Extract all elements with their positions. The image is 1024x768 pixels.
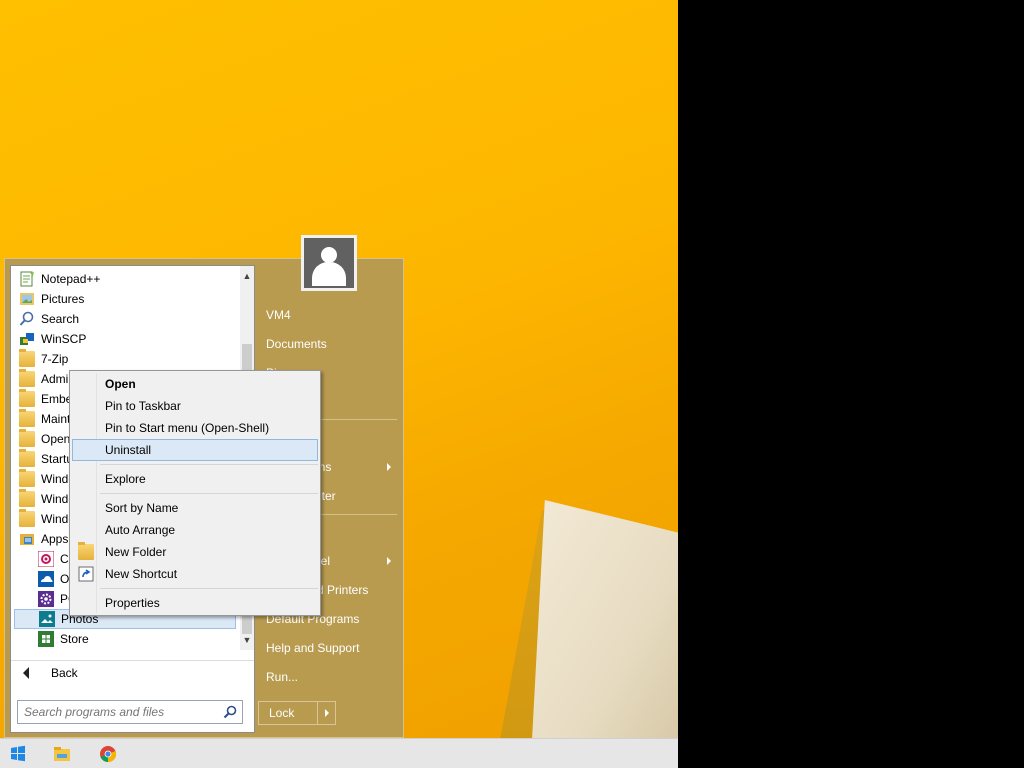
pc-settings-icon: [38, 591, 54, 607]
context-menu-separator: [100, 588, 318, 589]
context-item-label: Auto Arrange: [105, 523, 176, 537]
folder-icon: [19, 509, 35, 527]
context-item-pin-to-start-menu[interactable]: Pin to Start menu (Open-Shell): [72, 417, 318, 439]
right-item-label: Run...: [266, 670, 299, 684]
submenu-arrow-icon: [387, 463, 391, 471]
context-item-label: Explore: [105, 472, 146, 486]
lock-button-label[interactable]: Lock: [259, 702, 317, 724]
program-item-pictures[interactable]: Pictures: [14, 289, 236, 309]
program-item-store[interactable]: Store: [14, 629, 236, 649]
notepadpp-icon: [19, 271, 35, 287]
user-avatar[interactable]: [301, 235, 357, 291]
user-icon: [321, 247, 337, 263]
context-item-open[interactable]: Open: [72, 373, 318, 395]
context-item-label: Properties: [105, 596, 160, 610]
context-item-label: Pin to Start menu (Open-Shell): [105, 421, 270, 435]
start-button[interactable]: [6, 742, 30, 766]
context-item-label: Open: [105, 377, 136, 391]
chrome-button[interactable]: [96, 742, 120, 766]
file-explorer-button[interactable]: [50, 742, 74, 766]
folder-icon: [19, 469, 35, 487]
context-item-new-folder[interactable]: New Folder: [72, 541, 318, 563]
lock-button[interactable]: Lock: [258, 701, 336, 725]
context-item-sort-by-name[interactable]: Sort by Name: [72, 497, 318, 519]
right-item-label: d Printers: [317, 583, 369, 597]
folder-icon: [19, 489, 35, 507]
right-item-label: VM4: [266, 308, 291, 322]
submenu-arrow-icon: [387, 557, 391, 565]
program-item-notepadpp[interactable]: Notepad++: [14, 269, 236, 289]
context-item-new-shortcut[interactable]: New Shortcut: [72, 563, 318, 585]
right-item-documents[interactable]: Documents: [266, 337, 327, 351]
context-menu: Open Pin to Taskbar Pin to Start menu (O…: [69, 370, 321, 616]
right-item-label: Documents: [266, 337, 327, 351]
right-item-vm4[interactable]: VM4: [266, 308, 291, 322]
context-menu-separator: [100, 464, 318, 465]
onedrive-app-icon: [38, 571, 54, 587]
program-item-winscp[interactable]: WinSCP: [14, 329, 236, 349]
scroll-up-arrow[interactable]: ▲: [240, 268, 254, 284]
windows-start-icon: [11, 745, 25, 762]
folder-icon: [19, 429, 35, 447]
store-app-icon: [38, 631, 54, 647]
taskbar: [0, 738, 678, 768]
search-icon: [19, 311, 35, 327]
shortcut-icon: [78, 566, 94, 582]
program-folder-7zip[interactable]: 7-Zip: [14, 349, 236, 369]
folder-icon: [78, 542, 94, 560]
pictures-icon: [19, 291, 35, 307]
file-explorer-icon: [54, 747, 70, 761]
context-item-uninstall[interactable]: Uninstall: [72, 439, 318, 461]
chrome-icon: [100, 746, 117, 763]
apps-folder-icon: [19, 531, 35, 547]
context-item-label: New Folder: [105, 545, 167, 559]
back-button[interactable]: Back: [11, 660, 254, 684]
context-item-properties[interactable]: Properties: [72, 592, 318, 614]
right-item-help-and-support[interactable]: Help and Support: [266, 641, 359, 655]
context-item-label: Pin to Taskbar: [105, 399, 181, 413]
folder-icon: [19, 449, 35, 467]
folder-icon: [19, 389, 35, 407]
shutdown-options-arrow-icon[interactable]: [317, 702, 335, 724]
wallpaper-shape: [532, 500, 678, 738]
folder-icon: [19, 409, 35, 427]
context-item-auto-arrange[interactable]: Auto Arrange: [72, 519, 318, 541]
photos-app-icon: [39, 611, 55, 627]
user-icon-body: [312, 262, 346, 286]
context-item-label: New Shortcut: [105, 567, 178, 581]
search-box[interactable]: [17, 700, 243, 724]
folder-icon: [19, 349, 35, 367]
winscp-icon: [19, 331, 35, 347]
camera-app-icon: [37, 550, 55, 568]
context-item-explore[interactable]: Explore: [72, 468, 318, 490]
right-item-label: Help and Support: [266, 641, 360, 655]
search-input[interactable]: [18, 701, 214, 723]
context-item-label: Sort by Name: [105, 501, 179, 515]
context-menu-separator: [100, 493, 318, 494]
context-item-label: Uninstall: [105, 443, 152, 457]
right-item-devices-and-printers[interactable]: d Printers: [317, 583, 368, 597]
context-item-pin-to-taskbar[interactable]: Pin to Taskbar: [72, 395, 318, 417]
program-item-search[interactable]: Search: [14, 309, 236, 329]
back-arrow-icon: [23, 667, 29, 679]
search-icon[interactable]: [223, 705, 237, 719]
scroll-down-arrow[interactable]: ▼: [240, 632, 254, 648]
right-item-run[interactable]: Run...: [266, 670, 298, 684]
folder-icon: [19, 369, 35, 387]
